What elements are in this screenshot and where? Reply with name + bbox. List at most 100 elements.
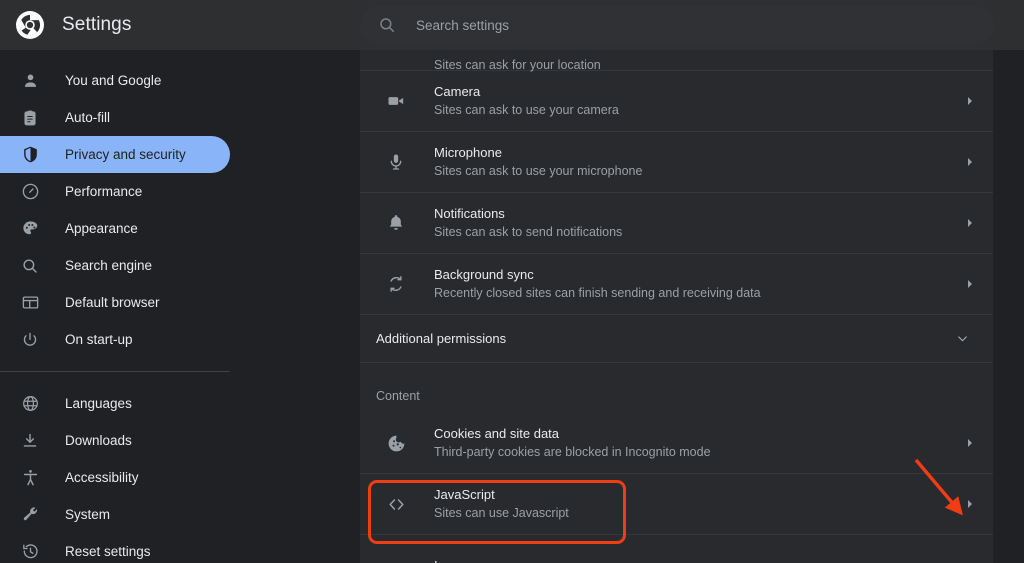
row-text: Sites can ask for your location [434,53,961,72]
clipboard-icon [20,108,40,128]
row-additional-permissions[interactable]: Additional permissions [360,315,993,363]
sidebar-item-system[interactable]: System [0,496,230,533]
sidebar-item-default-browser[interactable]: Default browser [0,284,230,321]
row-text: Images [434,557,961,563]
row-location[interactable]: Sites can ask for your location [360,50,993,72]
sidebar-item-downloads[interactable]: Downloads [0,422,230,459]
sidebar-item-you-and-google[interactable]: You and Google [0,62,230,99]
settings-window: Settings You and Googl [0,0,1024,563]
chevron-right-icon[interactable] [961,437,979,449]
video-camera-icon [384,89,408,113]
person-icon [20,71,40,91]
row-title: Microphone [434,145,502,160]
sidebar-item-accessibility[interactable]: Accessibility [0,459,230,496]
row-camera[interactable]: Camera Sites can ask to use your camera [360,71,993,132]
sidebar-item-reset-settings[interactable]: Reset settings [0,533,230,563]
speedometer-icon [20,182,40,202]
content-area: Sites can ask for your location Camera S… [360,50,1024,563]
row-images[interactable]: Images [360,535,993,563]
sync-icon [384,272,408,296]
group-heading-content: Content [376,389,420,403]
magnifier-icon [20,256,40,276]
sidebar-item-label: Downloads [65,433,132,448]
row-subtitle: Recently closed sites can finish sending… [434,286,761,300]
row-javascript[interactable]: JavaScript Sites can use Javascript [360,474,993,535]
row-title: Cookies and site data [434,426,560,441]
row-title: Camera [434,84,481,99]
sidebar-item-label: Performance [65,184,143,199]
row-title: Images [434,557,961,563]
chevron-right-icon[interactable] [961,217,979,229]
sidebar-item-auto-fill[interactable]: Auto-fill [0,99,230,136]
palette-icon [20,219,40,239]
settings-card: Sites can ask for your location Camera S… [360,50,993,563]
row-text: Camera Sites can ask to use your camera [434,83,961,119]
row-subtitle: Sites can ask for your location [434,58,601,72]
sidebar-item-label: Default browser [65,295,160,310]
row-title: JavaScript [434,487,495,502]
row-title: Background sync [434,267,534,282]
image-icon [384,553,408,563]
download-icon [20,431,40,451]
row-subtitle: Third-party cookies are blocked in Incog… [434,445,711,459]
sidebar-item-languages[interactable]: Languages [0,385,230,422]
section-label: Additional permissions [376,331,507,346]
sidebar-item-label: System [65,507,111,522]
globe-icon [20,394,40,414]
chevron-right-icon[interactable] [961,278,979,290]
body-split: You and Google Auto-fill Privacy and sec… [0,50,1024,563]
power-icon [20,330,40,350]
row-subtitle: Sites can ask to use your camera [434,103,619,117]
sidebar-item-label: You and Google [65,73,162,88]
sidebar-item-label: Search engine [65,258,153,273]
row-subtitle: Sites can ask to send notifications [434,225,623,239]
chevron-right-icon[interactable] [961,95,979,107]
sidebar-item-appearance[interactable]: Appearance [0,210,230,247]
sidebar: You and Google Auto-fill Privacy and sec… [0,50,360,563]
sidebar-item-label: Privacy and security [65,147,186,162]
search-box[interactable] [360,6,994,44]
sidebar-item-performance[interactable]: Performance [0,173,230,210]
bell-icon [384,211,408,235]
row-notifications[interactable]: Notifications Sites can ask to send noti… [360,193,993,254]
sidebar-item-label: Auto-fill [65,110,111,125]
sidebar-item-label: On start-up [65,332,133,347]
row-microphone[interactable]: Microphone Sites can ask to use your mic… [360,132,993,193]
chrome-logo-icon [16,11,44,39]
top-bar: Settings [0,0,1024,50]
chevron-right-icon[interactable] [961,156,979,168]
sidebar-item-label: Reset settings [65,544,151,559]
microphone-icon [384,150,408,174]
sidebar-divider [0,371,230,372]
location-icon [384,50,408,70]
browser-window-icon [20,293,40,313]
search-input[interactable] [416,17,976,33]
chevron-right-icon[interactable] [961,498,979,510]
row-title: Notifications [434,206,505,221]
accessibility-icon [20,468,40,488]
brand-area: Settings [0,11,360,39]
row-subtitle: Sites can use Javascript [434,506,569,520]
search-icon [378,16,396,34]
sidebar-item-on-start-up[interactable]: On start-up [0,321,230,358]
row-text: Background sync Recently closed sites ca… [434,266,961,302]
sidebar-item-search-engine[interactable]: Search engine [0,247,230,284]
row-text: Notifications Sites can ask to send noti… [434,205,961,241]
sidebar-item-label: Languages [65,396,132,411]
code-brackets-icon [384,492,408,516]
row-subtitle: Sites can ask to use your microphone [434,164,643,178]
row-text: JavaScript Sites can use Javascript [434,486,961,522]
history-icon [20,542,40,562]
sidebar-item-privacy-and-security[interactable]: Privacy and security [0,136,230,173]
shield-icon [20,145,40,165]
chevron-down-icon[interactable] [953,331,971,346]
row-cookies-and-site-data[interactable]: Cookies and site data Third-party cookie… [360,413,993,474]
sidebar-item-label: Appearance [65,221,138,236]
cookie-icon [384,431,408,455]
wrench-icon [20,505,40,525]
row-background-sync[interactable]: Background sync Recently closed sites ca… [360,254,993,315]
page-title: Settings [62,14,132,35]
row-text: Microphone Sites can ask to use your mic… [434,144,961,180]
sidebar-item-label: Accessibility [65,470,139,485]
search-area [360,6,1024,44]
